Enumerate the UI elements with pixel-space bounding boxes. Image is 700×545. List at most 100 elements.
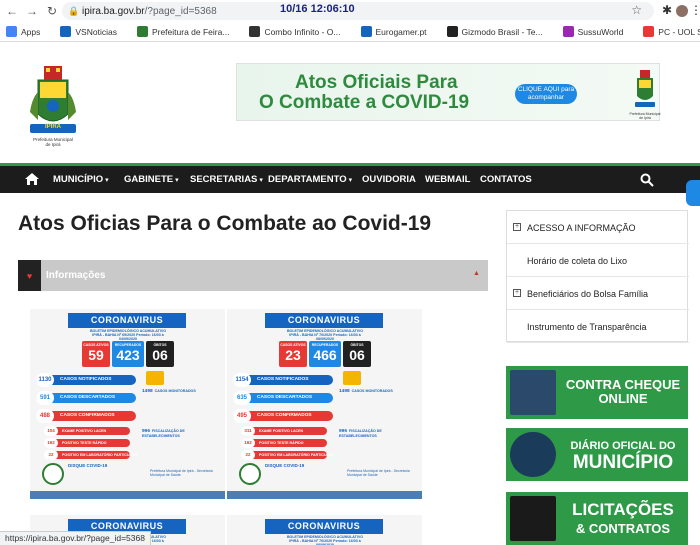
case-count: 1130 [36,373,54,387]
nav-item[interactable]: CONTATOS [480,174,532,185]
bookmark-favicon-icon [360,26,372,37]
case-label: CASOS CONFIRMADOS [60,413,115,418]
confirmed-breakdown-row: 311 EXAME POSITIVO LACEN [241,426,327,436]
breakdown-label: EXAME POSITIVO LACEN [259,429,304,433]
url-bar[interactable]: 🔒 ipira.ba.gov.br/?page_id=5368 [62,2,654,20]
banner-cta-button[interactable]: CLIQUE AQUI para acompanhar [515,84,577,104]
accordion-header[interactable]: ♥ Informações ▲ [18,260,488,291]
covid-banner[interactable]: Atos Oficiais Para O Combate a COVID-19 … [236,63,660,121]
nav-item[interactable]: WEBMAIL [425,174,470,185]
folder-icon [343,371,361,385]
nav-item-label: DEPARTAMENTO [268,174,347,185]
promo-banner[interactable]: DIÁRIO OFICIAL DO MUNICÍPIO [506,428,688,481]
bookmark-label: Combo Infinito - O... [264,26,341,37]
hotline-icon [239,463,261,485]
bulletin-subtitle: BOLETIM EPIDEMIOLÓGICO ACUMULATIVO IPIRÁ… [286,329,364,342]
bookmark-item[interactable]: Combo Infinito - O... [249,26,341,37]
sidebar-menu-item[interactable]: + ACESSO A INFORMAÇÃO [507,211,689,244]
promo-line2: ONLINE [598,391,648,406]
stat-box-deaths: ÓBITOS 06 [343,341,371,367]
nav-item-label: OUVIDORIA [362,174,416,185]
accessibility-tab[interactable] [686,180,700,206]
banner-logo-caption: Prefeitura Municipal de Ipirá [629,112,661,120]
confirmed-breakdown-row: 162 POSITIVO TESTE RÁPIDO [44,438,130,448]
hotline-text: DISQUE COVID-19 [265,463,305,468]
bookmark-label: VSNoticias [75,26,117,37]
bookmark-label: Apps [21,26,41,37]
heart-icon: ♥ [18,260,41,291]
case-label: CASOS DESCARTADOS [257,395,313,400]
breakdown-label: POSITIVO EM LABORATÓRIO PARTICULAR [259,453,334,457]
nav-item[interactable]: MUNICÍPIO ▾ [53,174,109,185]
logo-word: IPIRÁ [44,124,61,130]
breakdown-count: 311 [241,426,255,436]
sidebar-menu-label: Beneficiários do Bolsa Família [527,289,649,299]
menu-kebab-icon[interactable]: ⋮ [690,3,700,17]
bulletin-card[interactable]: CORONAVIRUS BOLETIM EPIDEMIOLÓGICO ACUMUL… [30,309,225,499]
bulletin-card-next[interactable]: CORONAVIRUSBOLETIM EPIDEMIOLÓGICO ACUMUL… [227,515,422,545]
nav-item[interactable]: SECRETARIAS ▾ [190,174,263,185]
confirmed-breakdown-row: 104 EXAME POSITIVO LACEN [44,426,130,436]
accordion-label: Informações [46,270,106,281]
bookmark-favicon-icon [136,26,148,37]
case-count: 591 [36,391,54,405]
promo-banner[interactable]: LICITAÇÕES & CONTRATOS [506,492,688,545]
nav-item[interactable]: GABINETE ▾ [124,174,179,185]
bulletin-heading: CORONAVIRUS [265,313,383,328]
nav-item[interactable]: DEPARTAMENTO ▾ [268,174,352,185]
extensions-icon[interactable]: ✱ [662,3,672,17]
sidebar-menu-item[interactable]: Instrumento de Transparência [507,310,689,343]
status-bar: https://ipira.ba.gov.br/?page_id=5368 [0,531,151,545]
case-label: CASOS DESCARTADOS [60,395,116,400]
breakdown-count: 162 [241,438,255,448]
bookmark-label: PC - UOL Start [658,26,700,37]
sidebar-menu-label: Instrumento de Transparência [527,322,647,332]
back-icon[interactable]: ← [4,3,20,19]
reload-icon[interactable]: ↻ [44,3,60,19]
hotline-icon [42,463,64,485]
profile-avatar[interactable] [676,5,688,17]
caret-up-icon: ▲ [473,270,480,277]
sidebar-menu-item[interactable]: Horário de coleta do Lixo [507,244,689,277]
forward-icon[interactable]: → [24,3,40,19]
stat-value: 423 [116,347,140,363]
sidebar-menu-item[interactable]: + Beneficiários do Bolsa Família [507,277,689,310]
home-icon[interactable] [24,171,40,187]
promo-banner[interactable]: CONTRA CHEQUE ONLINE [506,366,688,419]
case-row-notified: 1154 CASOS NOTIFICADOS [233,373,333,387]
inspection-block: 996 FISCALIZAÇÃO DE ESTABELECIMENTOS [142,429,220,438]
nav-item-label: MUNICÍPIO [53,174,104,185]
breakdown-label: POSITIVO TESTE RÁPIDO [62,441,107,445]
chevron-down-icon: ▾ [348,177,353,184]
bookmark-item[interactable]: Apps [6,26,40,37]
search-icon[interactable] [640,173,654,187]
chevron-down-icon: ▾ [175,177,179,184]
nav-item-label: GABINETE [124,174,174,185]
bulletin-heading: CORONAVIRUS [68,313,186,328]
nav-item[interactable]: OUVIDORIA [362,174,416,185]
confirmed-breakdown-row: 162 POSITIVO TESTE RÁPIDO [241,438,327,448]
promo-line1: DIÁRIO OFICIAL DO [570,440,676,452]
bookmark-star-icon[interactable]: ☆ [631,3,642,17]
bookmark-item[interactable]: Gizmodo Brasil - Te... [446,26,543,37]
monitored-label: CASOS MONITORADOS [351,389,393,393]
sidebar-menu-label: ACESSO A INFORMAÇÃO [527,223,636,233]
case-count: 1154 [233,373,251,387]
bookmark-item[interactable]: SussuWorld [562,26,623,37]
bulletin-footer: DISQUE COVID-19 Prefeitura Municipal de I… [38,459,218,489]
clock-overlay: 10/16 12:06:10 [280,3,355,15]
bookmark-item[interactable]: Eurogamer.pt [360,26,427,37]
stat-value: 466 [313,347,337,363]
nav-item-label: CONTATOS [480,174,532,185]
plus-icon: + [513,289,521,297]
card-bottom-bar [30,491,225,499]
stat-value: 06 [349,347,365,363]
bookmark-item[interactable]: Prefeitura de Feira... [136,26,229,37]
bulletin-card[interactable]: CORONAVIRUS BOLETIM EPIDEMIOLÓGICO ACUMUL… [227,309,422,499]
bookmark-item[interactable]: PC - UOL Start [643,26,700,37]
folder-icon [146,371,164,385]
bookmark-item[interactable]: VSNoticias [60,26,117,37]
stat-value: 23 [285,347,301,363]
document-search-icon [510,432,556,477]
page-title: Atos Oficias Para o Combate ao Covid-19 [18,212,432,235]
